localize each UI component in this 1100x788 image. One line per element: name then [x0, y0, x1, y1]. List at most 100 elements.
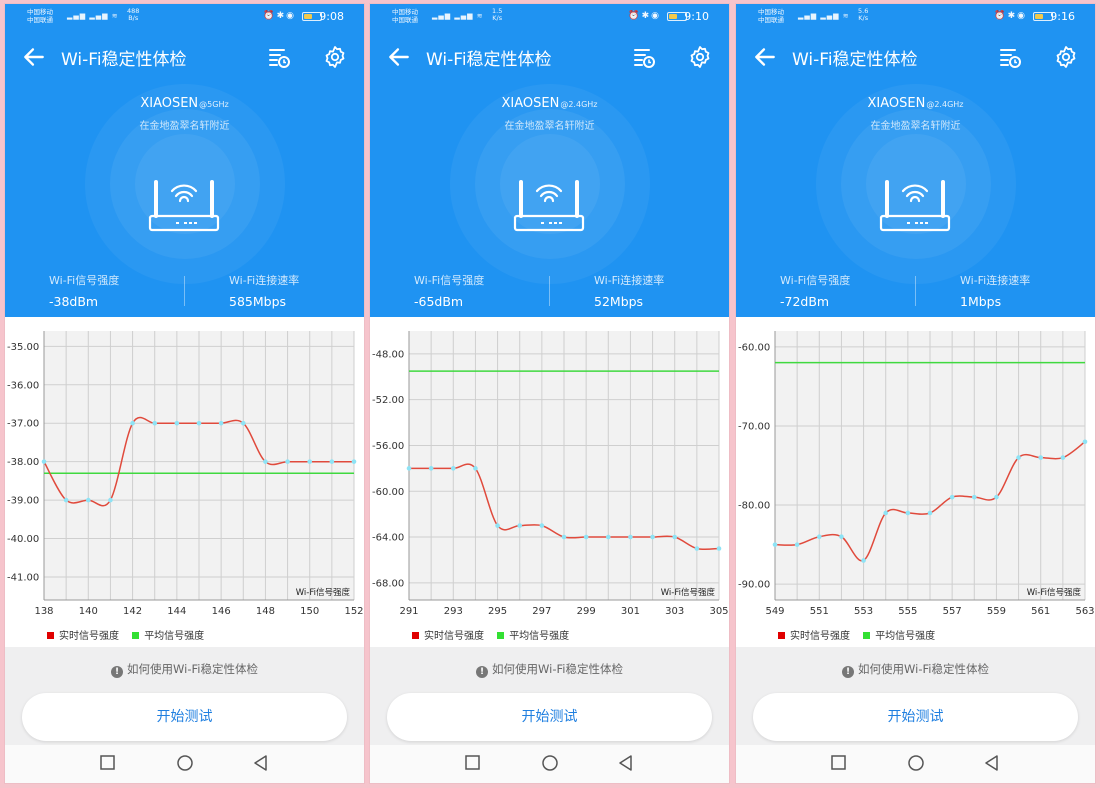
- data-point: [406, 466, 412, 471]
- data-point: [1038, 455, 1044, 460]
- bottom-panel: ! 如何使用Wi-Fi稳定性体检 开始测试: [370, 647, 729, 745]
- data-point: [816, 534, 822, 540]
- x-tick-label: 549: [765, 606, 784, 617]
- data-point: [883, 510, 889, 516]
- carrier-label: 中国移动 中国联通: [27, 8, 53, 24]
- metric-divider: [915, 276, 916, 306]
- info-icon: !: [842, 666, 855, 678]
- battery-fill: [669, 14, 677, 19]
- link-speed-label: Wi-Fi连接速率: [594, 274, 665, 287]
- x-tick-label: 140: [79, 606, 98, 617]
- legend-average: 平均信号强度: [497, 631, 569, 642]
- data-point: [263, 459, 268, 464]
- settings-gear-icon[interactable]: [1054, 45, 1078, 69]
- history-icon[interactable]: [998, 45, 1022, 69]
- y-tick-label: -37.00: [7, 419, 39, 430]
- signal-strength-label: Wi-Fi信号强度: [780, 274, 851, 287]
- system-nav-bar: [5, 745, 364, 783]
- network-ssid: XIAOSEN@5GHz: [140, 96, 229, 111]
- signal-strength-value: -38dBm: [49, 294, 99, 309]
- chart-corner-label: Wi-Fi信号强度: [1027, 587, 1082, 598]
- legend-swatch: [778, 632, 785, 639]
- cell-signal-icon: ▂▄▆ ▂▄▆ ≋: [432, 12, 484, 20]
- legend-realtime: 实时信号强度: [412, 631, 484, 642]
- x-tick-label: 146: [212, 606, 231, 617]
- status-bar: 中国移动 中国联通 ▂▄▆ ▂▄▆ ≋ 488 B/s ⏰✱◉ 9:08: [5, 4, 364, 30]
- bottom-panel: ! 如何使用Wi-Fi稳定性体检 开始测试: [736, 647, 1095, 745]
- data-point: [329, 459, 335, 464]
- help-link[interactable]: ! 如何使用Wi-Fi稳定性体检: [5, 661, 364, 678]
- data-point: [285, 459, 290, 464]
- page-title: Wi-Fi稳定性体检: [61, 50, 187, 70]
- chart-panel: -60.00 -70.00 -80.00 -90.00 549 551 553 555 557 5…: [736, 317, 1095, 647]
- back-arrow-icon[interactable]: [21, 44, 47, 70]
- data-point: [561, 534, 567, 540]
- x-tick-label: 144: [167, 606, 186, 617]
- data-point: [605, 534, 611, 540]
- y-tick-label: -70.00: [738, 421, 770, 432]
- signal-chart: -60.00 -70.00 -80.00 -90.00 549 551 553 555 557 5…: [738, 331, 1095, 617]
- legend-average: 平均信号强度: [863, 631, 935, 642]
- signal-hero: 中国移动 中国联通 ▂▄▆ ▂▄▆ ≋ 5.6 K/s ⏰✱◉ 9:16 Wi-Fi…: [736, 4, 1095, 317]
- x-tick-label: 293: [444, 606, 463, 617]
- y-tick-label: -52.00: [372, 395, 404, 406]
- metric-divider: [184, 276, 185, 306]
- x-tick-label: 150: [300, 606, 319, 617]
- system-icons: ⏰✱◉: [994, 11, 1027, 21]
- carrier-label: 中国移动 中国联通: [758, 8, 784, 24]
- chart-corner-label: Wi-Fi信号强度: [661, 587, 716, 598]
- router-icon: [879, 180, 951, 232]
- start-test-button[interactable]: 开始测试: [22, 693, 347, 741]
- y-tick-label: -56.00: [372, 441, 404, 452]
- history-icon[interactable]: [267, 45, 291, 69]
- data-point: [905, 510, 911, 516]
- back-nav-icon[interactable]: [984, 755, 1000, 771]
- data-point: [861, 558, 866, 563]
- system-nav-bar: [736, 745, 1095, 783]
- network-rate: 5.6 K/s: [858, 7, 869, 22]
- recent-apps-icon[interactable]: [465, 755, 481, 771]
- recent-apps-icon[interactable]: [100, 755, 116, 771]
- bottom-panel: ! 如何使用Wi-Fi稳定性体检 开始测试: [5, 647, 364, 745]
- legend-swatch: [497, 632, 505, 639]
- home-icon[interactable]: [176, 755, 194, 773]
- home-icon[interactable]: [541, 755, 559, 773]
- data-point: [949, 494, 955, 500]
- data-point: [495, 523, 500, 528]
- start-test-button[interactable]: 开始测试: [387, 693, 712, 741]
- settings-gear-icon[interactable]: [688, 45, 712, 69]
- battery-fill: [1035, 14, 1043, 19]
- help-link[interactable]: ! 如何使用Wi-Fi稳定性体检: [736, 661, 1095, 678]
- signal-strength-value: -65dBm: [414, 294, 464, 309]
- signal-strength-label: Wi-Fi信号强度: [414, 274, 485, 287]
- history-icon[interactable]: [632, 45, 656, 69]
- signal-hero: 中国移动 中国联通 ▂▄▆ ▂▄▆ ≋ 488 B/s ⏰✱◉ 9:08 Wi-Fi…: [5, 4, 364, 317]
- x-tick-label: 297: [532, 606, 551, 617]
- back-nav-icon[interactable]: [253, 755, 269, 771]
- phone-screen-3: 中国移动 中国联通 ▂▄▆ ▂▄▆ ≋ 5.6 K/s ⏰✱◉ 9:16 Wi-Fi…: [736, 4, 1095, 783]
- data-point: [307, 459, 313, 464]
- x-tick-label: 561: [1031, 606, 1050, 617]
- help-link[interactable]: ! 如何使用Wi-Fi稳定性体检: [370, 661, 729, 678]
- home-icon[interactable]: [907, 755, 925, 773]
- back-nav-icon[interactable]: [618, 755, 634, 771]
- legend-swatch: [412, 632, 419, 639]
- data-point: [927, 510, 933, 516]
- start-test-button[interactable]: 开始测试: [753, 693, 1078, 741]
- recent-apps-icon[interactable]: [831, 755, 847, 771]
- data-point: [108, 497, 113, 503]
- data-point: [152, 420, 158, 426]
- y-tick-label: -41.00: [7, 572, 39, 583]
- data-point: [130, 420, 135, 426]
- page-title: Wi-Fi稳定性体检: [792, 50, 918, 70]
- signal-hero: 中国移动 中国联通 ▂▄▆ ▂▄▆ ≋ 1.5 K/s ⏰✱◉ 9:10 Wi-Fi…: [370, 4, 729, 317]
- settings-gear-icon[interactable]: [323, 45, 347, 69]
- app-bar: Wi-Fi稳定性体检: [5, 32, 364, 82]
- back-arrow-icon[interactable]: [386, 44, 412, 70]
- back-arrow-icon[interactable]: [752, 44, 778, 70]
- legend-realtime: 实时信号强度: [778, 631, 850, 642]
- location-label: 在金地盈翠名轩附近: [139, 121, 230, 132]
- data-point: [517, 523, 523, 528]
- x-tick-label: 553: [854, 606, 873, 617]
- battery-fill: [304, 14, 312, 19]
